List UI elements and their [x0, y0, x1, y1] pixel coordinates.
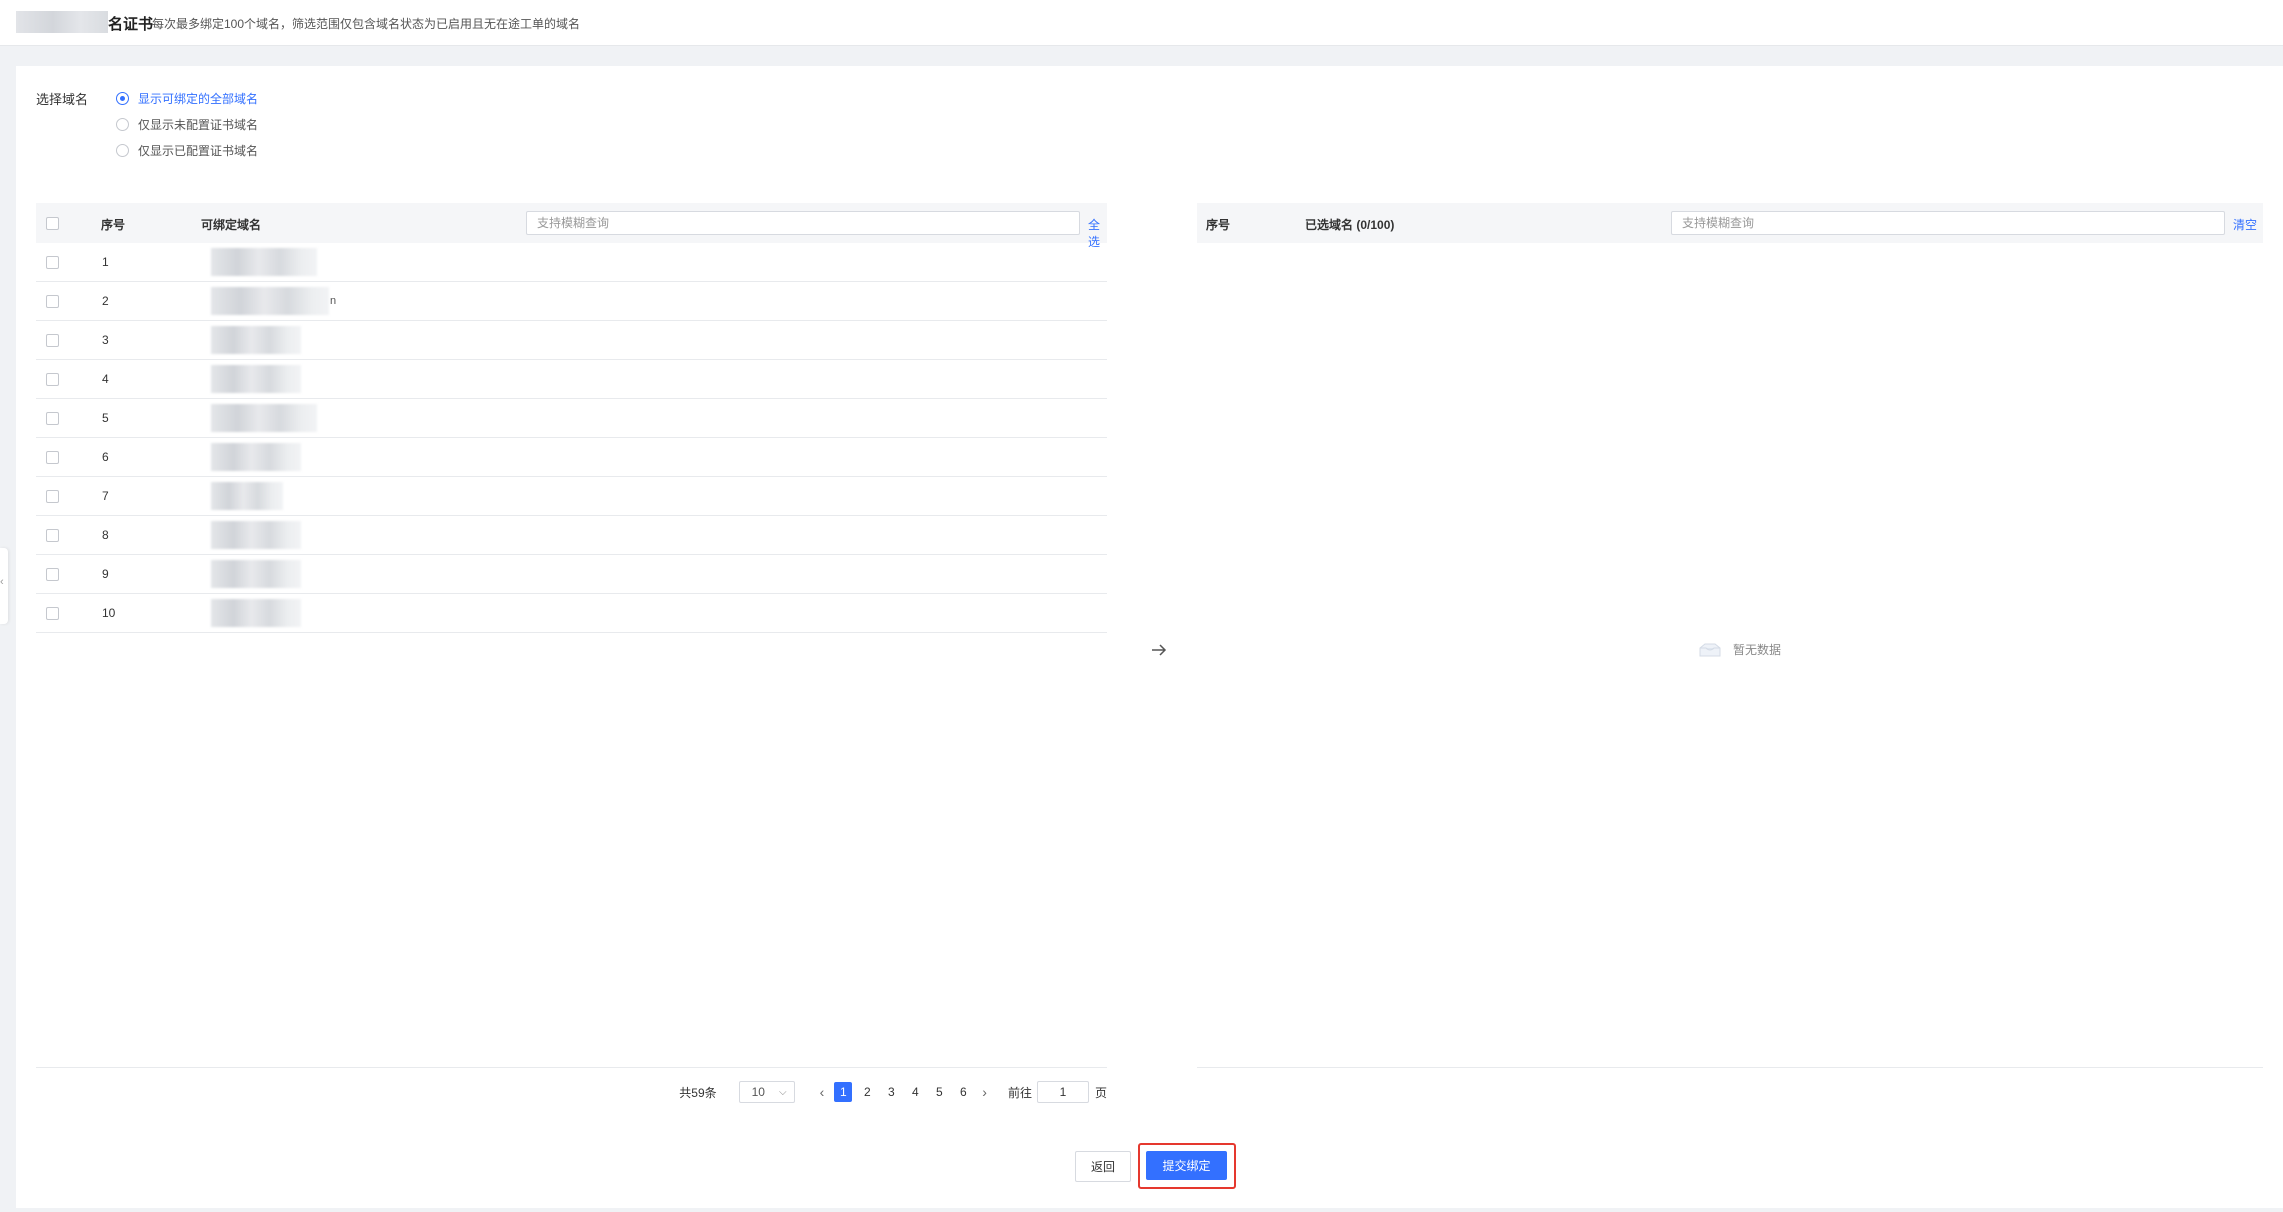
radio-label: 仅显示未配置证书域名 [138, 117, 259, 132]
chevron-left-icon: ‹ [0, 576, 4, 588]
prev-page-icon[interactable]: ‹ [820, 1084, 825, 1100]
table-row[interactable]: 5 [36, 399, 1107, 438]
clear-link[interactable]: 清空 [2233, 216, 2257, 233]
selected-domains-panel: 序号 已选域名 (0/100) 清空 暂无数据 [1197, 203, 2263, 1115]
row-checkbox[interactable] [46, 373, 59, 386]
redacted-domain [211, 560, 301, 588]
page-button-2[interactable]: 2 [858, 1082, 876, 1102]
selected-count: (0/100) [1356, 218, 1395, 232]
radio-show-configured[interactable]: 仅显示已配置证书域名 [116, 137, 258, 163]
row-checkbox[interactable] [46, 295, 59, 308]
table-row[interactable]: 6 [36, 438, 1107, 477]
row-checkbox[interactable] [46, 568, 59, 581]
column-header-selected: 已选域名 (0/100) [1305, 216, 1394, 233]
bindable-domains-panel: 序号 可绑定域名 全选 1 2 n 3 4 [36, 203, 1107, 1115]
page-button-4[interactable]: 4 [906, 1082, 924, 1102]
redacted-domain [211, 599, 301, 627]
row-number: 1 [102, 255, 109, 269]
table-row[interactable]: 9 [36, 555, 1107, 594]
submit-bind-button[interactable]: 提交绑定 [1146, 1151, 1227, 1180]
row-checkbox[interactable] [46, 490, 59, 503]
page-button-6[interactable]: 6 [954, 1082, 972, 1102]
row-number: 7 [102, 489, 109, 503]
column-header-domain: 可绑定域名 [201, 218, 262, 232]
main-panel: 选择域名 显示可绑定的全部域名 仅显示未配置证书域名 仅显示已配置证书域名 序号… [16, 66, 2283, 1208]
redacted-domain [211, 326, 301, 354]
row-number: 9 [102, 567, 109, 581]
back-button[interactable]: 返回 [1075, 1151, 1131, 1182]
domain-filter-radio-group: 显示可绑定的全部域名 仅显示未配置证书域名 仅显示已配置证书域名 [116, 85, 258, 163]
bindable-table-header: 序号 可绑定域名 全选 [36, 203, 1107, 249]
goto-page-input[interactable] [1036, 1081, 1089, 1103]
selected-table-header: 序号 已选域名 (0/100) 清空 [1197, 203, 2263, 243]
divider [36, 1067, 1107, 1068]
row-number: 8 [102, 528, 109, 542]
radio-indicator [116, 91, 129, 105]
empty-state: 暂无数据 [1697, 641, 1781, 658]
redacted-domain [211, 482, 283, 510]
row-number: 4 [102, 372, 109, 386]
page-title: 名证书 [108, 16, 154, 33]
page-button-3[interactable]: 3 [882, 1082, 900, 1102]
row-checkbox[interactable] [46, 334, 59, 347]
top-bar: 名证书 每次最多绑定100个域名，筛选范围仅包含域名状态为已启用且无在途工单的域… [0, 0, 2283, 46]
domain-suffix: n [330, 295, 337, 307]
radio-indicator [116, 143, 129, 157]
pagination-total: 共59条 [679, 1085, 717, 1100]
page-button-1[interactable]: 1 [834, 1082, 853, 1102]
redacted-domain [211, 521, 301, 549]
sidebar-collapse-handle[interactable]: ‹ [0, 548, 8, 624]
column-header-number: 序号 [101, 218, 126, 232]
goto-unit: 页 [1094, 1085, 1107, 1100]
empty-box-icon [1699, 643, 1721, 656]
arrow-right-icon[interactable] [1149, 640, 1169, 660]
table-row[interactable]: 3 [36, 321, 1107, 360]
table-row[interactable]: 2 n [36, 282, 1107, 321]
row-checkbox[interactable] [46, 607, 59, 620]
row-number: 3 [102, 333, 109, 347]
goto-label: 前往 [1007, 1085, 1032, 1100]
radio-show-all-bindable[interactable]: 显示可绑定的全部域名 [116, 85, 258, 111]
divider [1197, 1067, 2263, 1068]
redacted-domain [211, 248, 317, 276]
chevron-down-icon: ⌵ [779, 1086, 787, 1098]
selected-search-input[interactable] [1671, 211, 2225, 235]
page-button-5[interactable]: 5 [930, 1082, 948, 1102]
pagination: 共59条 10 ⌵ ‹ 1 2 3 4 5 6 › 前往 页 [36, 1077, 1107, 1107]
row-checkbox[interactable] [46, 256, 59, 269]
select-all-checkbox[interactable] [46, 217, 59, 230]
row-number: 10 [102, 606, 116, 620]
row-number: 2 [102, 294, 109, 308]
table-row[interactable]: 1 [36, 243, 1107, 282]
redacted-domain [211, 365, 301, 393]
submit-highlight-box: 提交绑定 [1138, 1143, 1236, 1189]
table-row[interactable]: 7 [36, 477, 1107, 516]
redacted-domain [211, 404, 317, 432]
domain-filter-label: 选择域名 [36, 92, 89, 107]
selected-title: 已选域名 [1305, 218, 1354, 232]
next-page-icon[interactable]: › [982, 1084, 987, 1100]
redacted-title-prefix [16, 11, 108, 33]
table-row[interactable]: 8 [36, 516, 1107, 555]
table-row[interactable]: 10 [36, 594, 1107, 633]
column-header-number: 序号 [1206, 218, 1231, 232]
radio-indicator [116, 117, 129, 131]
radio-label: 仅显示已配置证书域名 [138, 143, 259, 158]
page-size-select[interactable]: 10 ⌵ [738, 1081, 795, 1103]
row-checkbox[interactable] [46, 412, 59, 425]
bindable-search-input[interactable] [526, 211, 1080, 235]
page-description: 每次最多绑定100个域名，筛选范围仅包含域名状态为已启用且无在途工单的域名 [152, 17, 581, 31]
redacted-domain [211, 443, 301, 471]
row-number: 6 [102, 450, 109, 464]
page-size-value: 10 [751, 1085, 765, 1099]
row-checkbox[interactable] [46, 451, 59, 464]
table-row[interactable]: 4 [36, 360, 1107, 399]
radio-show-unconfigured[interactable]: 仅显示未配置证书域名 [116, 111, 258, 137]
empty-text: 暂无数据 [1733, 643, 1782, 657]
radio-label: 显示可绑定的全部域名 [138, 91, 259, 106]
row-number: 5 [102, 411, 109, 425]
row-checkbox[interactable] [46, 529, 59, 542]
redacted-domain [211, 287, 329, 315]
